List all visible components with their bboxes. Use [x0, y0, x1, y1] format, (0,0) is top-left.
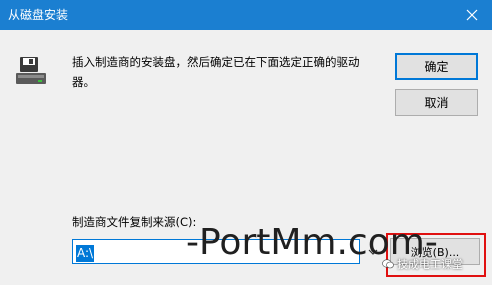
close-icon — [466, 9, 478, 21]
ok-button[interactable]: 确定 — [395, 53, 478, 80]
watermark-secondary-text: 技成电工课堂 — [397, 258, 463, 271]
copy-from-value: A:\ — [76, 245, 95, 262]
disk-drive-icon — [16, 57, 46, 84]
wechat-icon — [382, 259, 394, 269]
instruction-message: 插入制造商的安装盘，然后确定已在下面选定正确的驱动器。 — [72, 55, 360, 89]
title-bar: 从磁盘安装 — [0, 0, 492, 30]
watermark-secondary: 技成电工课堂 — [382, 256, 463, 272]
window-title: 从磁盘安装 — [8, 8, 69, 22]
close-button[interactable] — [452, 0, 492, 30]
copy-from-label: 制造商文件复制来源(C): — [72, 215, 197, 229]
cancel-button[interactable]: 取消 — [395, 89, 478, 116]
